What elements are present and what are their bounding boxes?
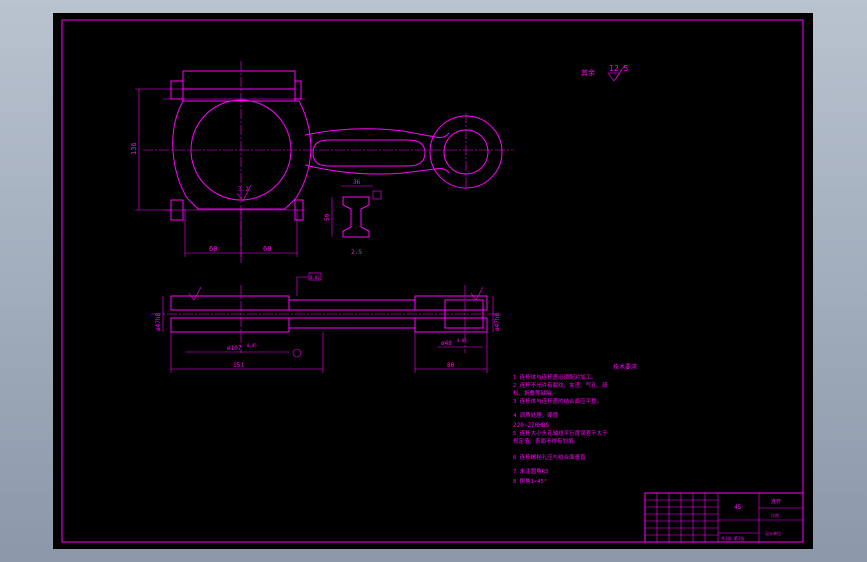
side-bore-107-tol: 0.05: [247, 343, 257, 348]
requirement-line: 6 连杆螺栓孔应与结合面垂直: [513, 453, 586, 461]
side-datum-symbol: [292, 348, 302, 358]
bearing-cap: [182, 70, 296, 90]
top-bolt-right: [294, 80, 302, 100]
dim-60-left-label: 60: [209, 245, 217, 253]
requirement-line: 规定值，表面不得有划痕。: [513, 437, 579, 445]
side-shank-bottom: [288, 317, 416, 329]
side-shank-top: [288, 299, 416, 311]
drawing-sheet: 136 60 60 3.2 36 50 2.5 ø47h8 ø47h8 0.02…: [53, 13, 813, 549]
title-sheet: 共1张 第1张: [721, 535, 744, 541]
side-dim-80-label: 80: [447, 362, 455, 369]
general-roughness: 其余 12.5: [581, 64, 628, 82]
requirements-title: 技术要求: [613, 363, 637, 371]
dim-60-right-label: 60: [263, 245, 271, 253]
roughness-value: 12.5: [609, 64, 628, 73]
drawing-frame: [61, 19, 804, 543]
side-roughness-right: [470, 286, 484, 301]
section-dim-web-label: 2.5: [351, 249, 362, 256]
requirement-line: 7 未注圆角R3: [513, 467, 548, 475]
tolerance-frame-label: 0.02: [310, 275, 320, 280]
side-big-end-bottom: [170, 317, 290, 333]
top-bolt-left: [170, 80, 184, 100]
side-right-diam-label: ø47h8: [494, 313, 501, 331]
side-big-end-top: [170, 295, 290, 311]
technical-requirements: 技术要求 1 连杆体与连杆盖必须配对加工。 2 连杆不允许有裂纹、夹渣、气孔、疏…: [513, 363, 637, 485]
side-roughness-left: [188, 286, 202, 301]
side-view: ø47h8 ø47h8 0.02 151 ø107 0.05 80 ø48 0.…: [151, 272, 503, 373]
requirement-line: 3 连杆体与连杆盖的结合面应平整。: [513, 397, 602, 405]
requirement-line: 220~270HBS: [513, 422, 550, 429]
side-bore-48-label: ø48: [441, 340, 452, 347]
i-section-shape: [342, 196, 370, 238]
requirement-line: 松、折叠等缺陷。: [513, 389, 557, 397]
roughness-label: 其余: [581, 68, 595, 77]
side-dim-151-label: 151: [233, 362, 244, 369]
side-left-diam-label: ø47h8: [155, 313, 162, 331]
title-block: 45 连杆 比例 设计单位 共1张 第1张: [644, 492, 804, 543]
side-bore-107-label: ø107: [227, 345, 242, 352]
section-dim-50-label: 50: [324, 213, 331, 221]
title-school: 设计单位: [765, 530, 781, 536]
section-flag: [372, 190, 382, 200]
side-bore-48-tol: 0.05: [457, 338, 467, 343]
side-small-end-top: [414, 295, 488, 311]
requirement-line: 5 连杆大小头孔轴线平行度误差不大于: [513, 429, 608, 437]
rod-slot: [312, 139, 426, 167]
requirement-line: 2 连杆不允许有裂纹、夹渣、气孔、疏: [513, 381, 608, 389]
tolerance-leader: [296, 276, 309, 296]
requirement-line: 8 倒角1×45°: [513, 477, 547, 485]
dim-136-label: 136: [130, 142, 138, 155]
title-material: 45: [734, 504, 742, 511]
requirement-line: 4 调质处理，硬度: [513, 411, 559, 419]
title-scale: 比例: [771, 512, 779, 518]
i-section-view: 36 50 2.5: [324, 179, 382, 256]
front-view: 136 60 60 3.2: [130, 61, 513, 263]
rod-shank: [304, 128, 450, 175]
side-small-end-bottom: [414, 317, 488, 333]
title-part-name: 连杆: [771, 498, 781, 505]
requirement-line: 1 连杆体与连杆盖必须配对加工。: [513, 373, 597, 381]
section-dim-36-label: 36: [353, 179, 361, 186]
cad-drawing: 136 60 60 3.2 36 50 2.5 ø47h8 ø47h8 0.02…: [61, 19, 804, 543]
